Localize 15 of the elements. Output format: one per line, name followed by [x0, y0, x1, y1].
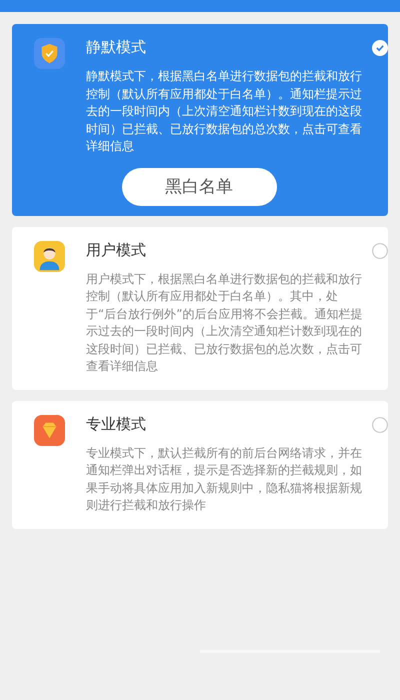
mode-card[interactable]: 专业模式 专业模式下，默认拦截所有的前后台网络请求，并在通知栏弹出对话框，提示是否选择新的拦截规则，如果手动将具体应用加入新规则中，隐私猫将根据新规则进行拦截和放行操作 — [12, 400, 388, 528]
mode-description: 专业模式下，默认拦截所有的前后台网络请求，并在通知栏弹出对话框，提示是否选择新的拦截规则，如果手动将具体应用加入新规则中，隐私猫将根据新规则进行拦截和放行操作 — [86, 444, 363, 514]
radio-icon[interactable] — [372, 242, 388, 258]
mode-description: 用户模式下，根据黑白名单进行数据包的拦截和放行控制（默认所有应用都处于白名单）。其中，处于“后台放行例外”的后台应用将不会拦截。通知栏提示过去的一段时间内（上次清空通知栏计数到现在的这段时间）已拦截、已放行数据包的总次数，点击可查看详细信息 — [86, 270, 364, 375]
blacklist-button[interactable]: 黑白名单 — [122, 168, 276, 206]
checked-radio-icon[interactable] — [372, 40, 388, 56]
mode-description: 静默模式下，根据黑白名单进行数据包的拦截和放行控制（默认所有应用都处于白名单）。通知栏提示过去的一段时间内（上次清空通知栏计数到现在的这段时间）已拦截、已放行数据包的总次数，点击可查看详细信息 — [86, 68, 363, 155]
mode-title: 用户模式 — [86, 240, 147, 260]
person-icon — [34, 240, 65, 272]
mode-title: 专业模式 — [86, 414, 147, 434]
mode-title: 静默模式 — [86, 37, 147, 58]
mode-card[interactable]: 用户模式 用户模式下，根据黑白名单进行数据包的拦截和放行控制（默认所有应用都处于白名单）。其中，处于“后台放行例外”的后台应用将不会拦截。通知栏提示过去的一段时间内（上次清空通知栏计数到现在的这段时间）已拦截、已放行数据包的总次数，点击可查看详细信息 — [12, 226, 388, 390]
shield-icon — [34, 38, 65, 69]
mode-card[interactable]: 静默模式 静默模式下，根据黑白名单进行数据包的拦截和放行控制（默认所有应用都处于白名单）。通知栏提示过去的一段时间内（上次清空通知栏计数到现在的这段时间）已拦截、已放行数据包的总次数，点击可查看详细信息 黑白名单 — [12, 24, 388, 216]
radio-icon[interactable] — [372, 416, 388, 432]
